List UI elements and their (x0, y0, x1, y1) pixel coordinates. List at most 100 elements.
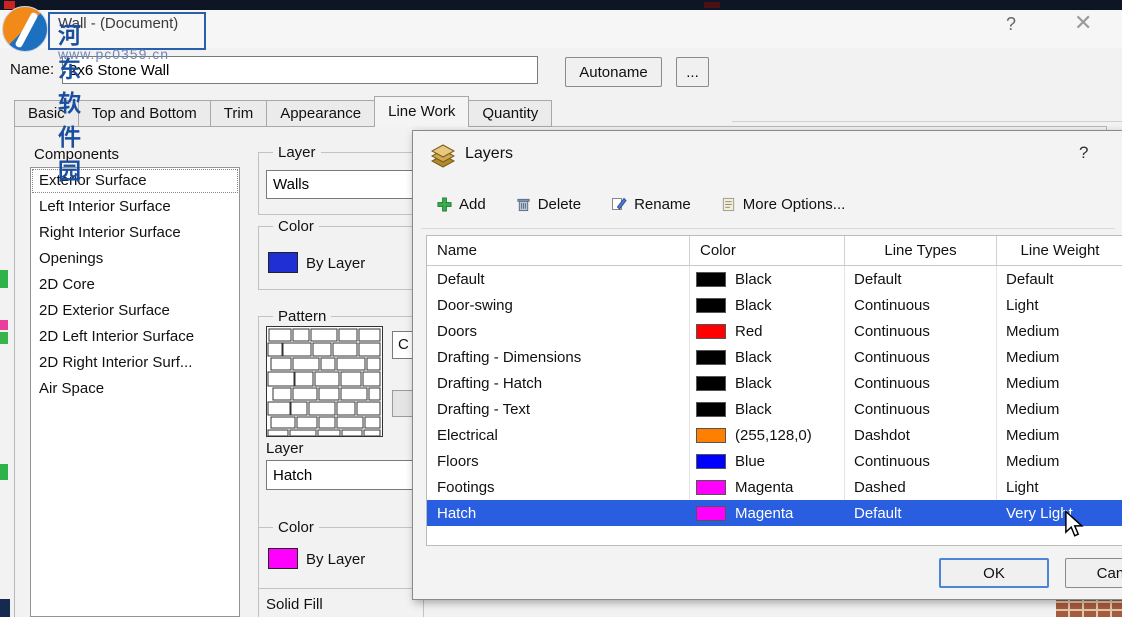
layer-line-weight-cell[interactable]: Medium (997, 422, 1122, 448)
solid-fill-label: Solid Fill (266, 596, 323, 613)
layer-color-swatch[interactable] (696, 506, 726, 521)
list-item[interactable]: 2D Left Interior Surface (31, 324, 239, 350)
layer-row[interactable]: Floors Blue Continuous Medium (427, 448, 1122, 474)
layer-line-type-cell[interactable]: Continuous (845, 318, 997, 344)
layer-color-swatch[interactable] (696, 298, 726, 313)
column-header-name[interactable]: Name (427, 236, 690, 265)
tab[interactable]: Top and Bottom (78, 100, 211, 127)
add-layer-button[interactable]: Add (437, 196, 486, 213)
layer-line-type-cell[interactable]: Continuous (845, 344, 997, 370)
layer-row[interactable]: Drafting - Hatch Black Continuous Medium (427, 370, 1122, 396)
list-item[interactable]: 2D Exterior Surface (31, 298, 239, 324)
layer-name-cell[interactable]: Default (427, 266, 690, 292)
layer-row[interactable]: Drafting - Text Black Continuous Medium (427, 396, 1122, 422)
tab[interactable]: Trim (210, 100, 267, 127)
rename-layer-button[interactable]: Rename (611, 196, 691, 213)
layer-line-type-cell[interactable]: Dashdot (845, 422, 997, 448)
layer-name-cell[interactable]: Door-swing (427, 292, 690, 318)
layer-line-weight-cell[interactable]: Medium (997, 370, 1122, 396)
brick-preview-fragment (1056, 597, 1122, 617)
layers-table: Name Color Line Types Line Weight Defaul… (426, 235, 1122, 546)
layer-line-type-cell[interactable]: Continuous (845, 292, 997, 318)
layer-color-cell[interactable]: Black (690, 292, 845, 318)
layer-row[interactable]: Doors Red Continuous Medium (427, 318, 1122, 344)
layer-name-cell[interactable]: Doors (427, 318, 690, 344)
layer-line-type-cell[interactable]: Continuous (845, 396, 997, 422)
layer-name-cell[interactable]: Electrical (427, 422, 690, 448)
layer-color-swatch[interactable] (696, 454, 726, 469)
column-header-line-types[interactable]: Line Types (845, 236, 997, 265)
list-item[interactable]: Left Interior Surface (31, 194, 239, 220)
list-item[interactable]: Right Interior Surface (31, 220, 239, 246)
layer-color-cell[interactable]: Black (690, 344, 845, 370)
layer-color-cell[interactable]: Black (690, 396, 845, 422)
cancel-button[interactable]: Cancel (1065, 558, 1122, 588)
ok-button[interactable]: OK (939, 558, 1049, 588)
more-options-button[interactable]: More Options... (721, 196, 846, 213)
layer-name-cell[interactable]: Drafting - Dimensions (427, 344, 690, 370)
layer-color-swatch[interactable] (696, 402, 726, 417)
layers-help-icon[interactable]: ? (1079, 143, 1088, 163)
list-item[interactable]: 2D Right Interior Surf... (31, 350, 239, 376)
column-header-color[interactable]: Color (690, 236, 845, 265)
layer-row[interactable]: Hatch Magenta Default Very Light (427, 500, 1122, 526)
layer-name-cell[interactable]: Drafting - Text (427, 396, 690, 422)
layer-row[interactable]: Footings Magenta Dashed Light (427, 474, 1122, 500)
layer-color-cell[interactable]: Black (690, 266, 845, 292)
hatch-color-swatch[interactable] (268, 548, 298, 569)
layer-line-type-cell[interactable]: Default (845, 500, 997, 526)
layer-name-cell[interactable]: Floors (427, 448, 690, 474)
list-item[interactable]: 2D Core (31, 272, 239, 298)
layer-name-cell[interactable]: Footings (427, 474, 690, 500)
preview-panel-edge (732, 121, 1122, 122)
layer-line-weight-cell[interactable]: Medium (997, 318, 1122, 344)
layer-name-cell[interactable]: Hatch (427, 500, 690, 526)
layer-line-type-cell[interactable]: Continuous (845, 448, 997, 474)
layer-line-weight-cell[interactable]: Light (997, 474, 1122, 500)
layer-row[interactable]: Door-swing Black Continuous Light (427, 292, 1122, 318)
layer-color-cell[interactable]: (255,128,0) (690, 422, 845, 448)
layer-line-weight-cell[interactable]: Medium (997, 448, 1122, 474)
layer-row[interactable]: Drafting - Dimensions Black Continuous M… (427, 344, 1122, 370)
help-icon[interactable]: ? (1006, 14, 1016, 35)
delete-layer-button[interactable]: Delete (516, 196, 581, 213)
layer-color-cell[interactable]: Blue (690, 448, 845, 474)
layer-row[interactable]: Electrical (255,128,0) Dashdot Medium (427, 422, 1122, 448)
layer-line-weight-cell[interactable]: Medium (997, 396, 1122, 422)
layer-color-swatch[interactable] (696, 376, 726, 391)
layer-line-weight-cell[interactable]: Light (997, 292, 1122, 318)
tab[interactable]: Quantity (468, 100, 552, 127)
layer-line-weight-cell[interactable]: Default (997, 266, 1122, 292)
column-header-line-weight[interactable]: Line Weight (997, 236, 1122, 265)
layer-color-name: Magenta (735, 479, 793, 496)
tab[interactable]: Appearance (266, 100, 375, 127)
list-item[interactable]: Openings (31, 246, 239, 272)
layer-line-weight-cell[interactable]: Medium (997, 344, 1122, 370)
layer-combo[interactable] (266, 170, 417, 199)
layer-color-swatch[interactable] (696, 324, 726, 339)
more-options-icon (721, 197, 736, 212)
layer-line-type-cell[interactable]: Dashed (845, 474, 997, 500)
autoname-button[interactable]: Autoname (565, 57, 662, 87)
tab[interactable]: Line Work (374, 96, 469, 127)
layer-color-cell[interactable]: Magenta (690, 500, 845, 526)
layer-line-type-cell[interactable]: Default (845, 266, 997, 292)
hatch-layer-field[interactable] (266, 460, 416, 490)
layer-name-cell[interactable]: Drafting - Hatch (427, 370, 690, 396)
more-button[interactable]: ... (676, 57, 709, 87)
layer-color-cell[interactable]: Red (690, 318, 845, 344)
layer-color-cell[interactable]: Black (690, 370, 845, 396)
layer-color-cell[interactable]: Magenta (690, 474, 845, 500)
layer-color-swatch[interactable] (696, 480, 726, 495)
layer-color-swatch[interactable] (696, 350, 726, 365)
layer-color-swatch[interactable] (696, 428, 726, 443)
close-icon[interactable]: ✕ (1074, 10, 1092, 36)
layer-line-type-cell[interactable]: Continuous (845, 370, 997, 396)
layer-row[interactable]: Default Black Default Default (427, 266, 1122, 292)
more-options-label: More Options... (743, 196, 846, 213)
line-color-swatch[interactable] (268, 252, 298, 273)
list-item[interactable]: Air Space (31, 376, 239, 402)
layer-line-weight-cell[interactable]: Very Light (997, 500, 1122, 526)
layer-color-swatch[interactable] (696, 272, 726, 287)
components-list[interactable]: Exterior Surface Left Interior Surface R… (30, 167, 240, 617)
